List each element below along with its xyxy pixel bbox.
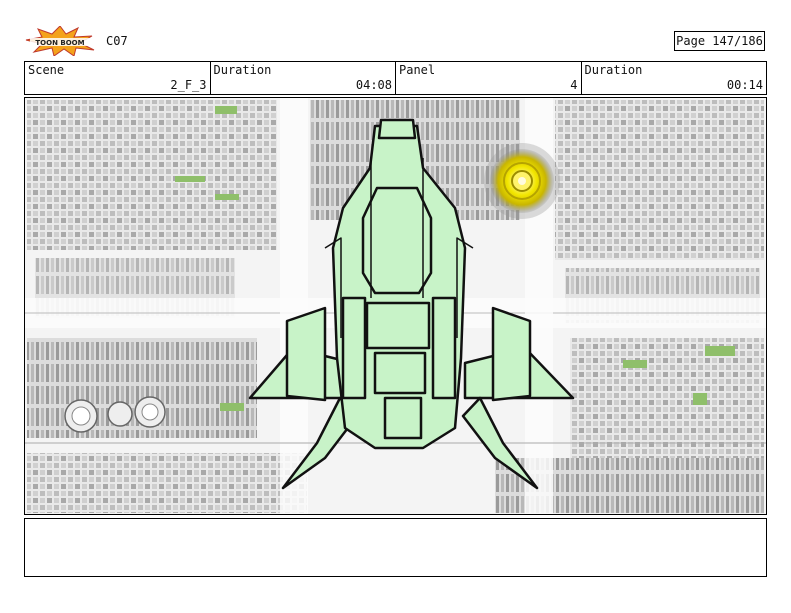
storyboard-panel <box>24 97 767 515</box>
panel-label: Panel <box>399 63 436 77</box>
panel-notes-box[interactable] <box>24 518 767 577</box>
scene-value: 2_F_3 <box>170 78 207 92</box>
storyboard-header: Scene 2_F_3 Duration 04:08 Panel 4 Durat… <box>24 61 767 95</box>
panel-value: 4 <box>570 78 578 92</box>
panel-duration-value: 00:14 <box>726 78 763 92</box>
panel-artwork-svg <box>25 98 766 514</box>
toon-boom-logo: TOON BOOM <box>24 25 96 57</box>
scene-cell: Scene 2_F_3 <box>25 62 211 94</box>
panel-duration-label: Duration <box>584 63 643 77</box>
panel-duration-cell: Duration 00:14 <box>582 62 767 94</box>
panel-cell: Panel 4 <box>396 62 582 94</box>
page-indicator: Page 147/186 <box>674 31 765 51</box>
scene-label: Scene <box>28 63 65 77</box>
sequence-code: C07 <box>106 34 128 48</box>
scene-duration-value: 04:08 <box>355 78 392 92</box>
logo-text: TOON BOOM <box>35 39 84 47</box>
yellow-energy-orb <box>484 143 560 219</box>
scene-duration-label: Duration <box>213 63 272 77</box>
scene-duration-cell: Duration 04:08 <box>211 62 396 94</box>
